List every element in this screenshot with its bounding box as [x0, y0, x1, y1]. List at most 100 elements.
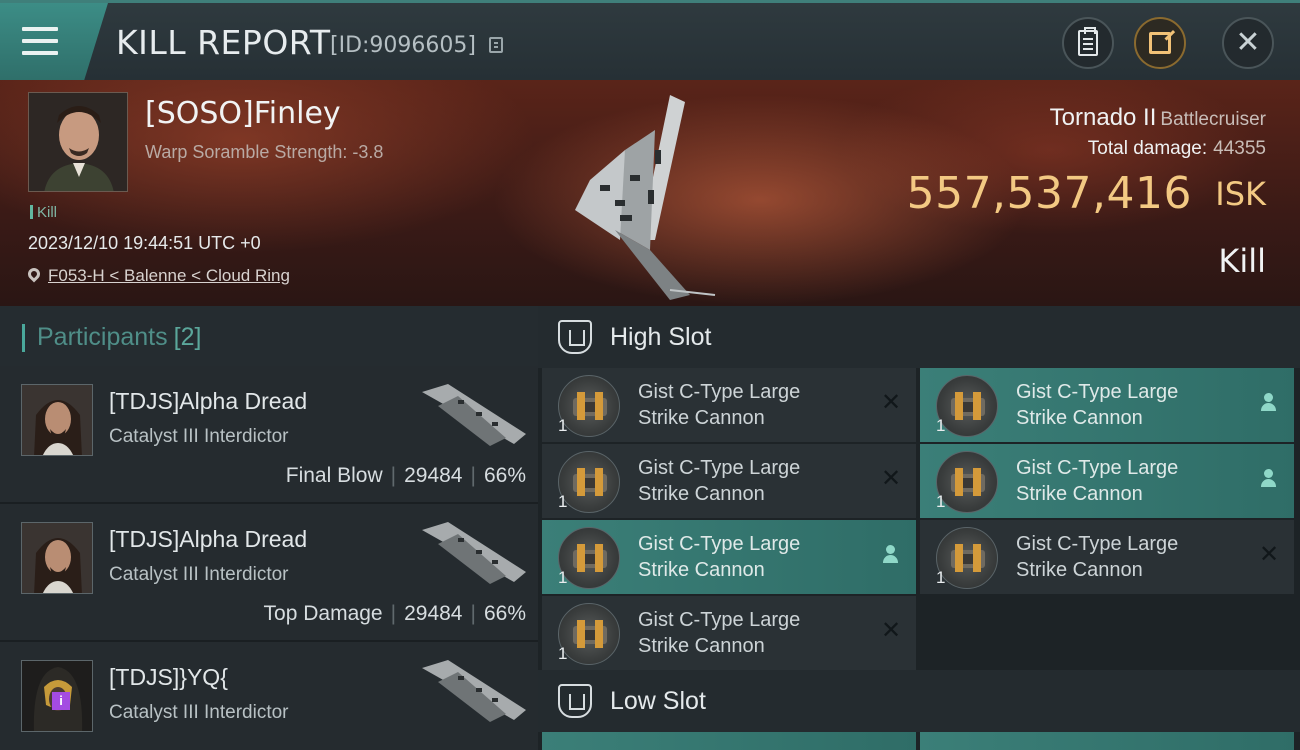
kill-result: Kill: [1218, 242, 1266, 280]
low-slot-label: Low Slot: [610, 687, 706, 715]
page-title: KILL REPORT: [116, 23, 331, 62]
participant-avatar[interactable]: [21, 522, 93, 594]
module-name-line1: Gist C-Type Large: [638, 457, 801, 479]
kill-location[interactable]: F053-H < Balenne < Cloud Ring: [25, 265, 290, 286]
participant-ship-image: [422, 384, 526, 446]
hamburger-menu-icon[interactable]: [22, 27, 58, 55]
high-slot-label: High Slot: [610, 323, 712, 351]
low-slot-header: Low Slot: [538, 670, 1300, 732]
participant-ship: Catalyst III Interdictor: [109, 564, 289, 585]
clipboard-button[interactable]: [1062, 17, 1114, 69]
module-quantity: 1: [558, 568, 568, 587]
low-slot-module[interactable]: [920, 732, 1294, 750]
victim-banner: [SOSO]Finley Warp Soramble Strength: -3.…: [0, 80, 1300, 306]
report-id: [ID:9096605]: [330, 33, 476, 58]
participants-panel: Participants [2] [TDJS]Alpha Dread Cataly…: [0, 306, 538, 750]
ship-name: Tornado II: [1049, 104, 1157, 131]
participant-row[interactable]: [TDJS]Alpha Dread Catalyst III Interdict…: [0, 504, 538, 642]
module-quantity: 1: [558, 492, 568, 511]
participant-role: Final Blow: [285, 464, 383, 487]
participants-header: Participants [2]: [0, 306, 538, 366]
module-quantity: 1: [558, 644, 568, 663]
module-card[interactable]: 1 Gist C-Type Large Strike Cannon ✕: [920, 520, 1294, 594]
module-quantity: 1: [936, 492, 946, 511]
high-slot-header: High Slot: [538, 306, 1300, 368]
participant-name[interactable]: [TDJS]Alpha Dread: [109, 388, 307, 415]
kill-tag: Kill: [30, 204, 57, 221]
participant-row[interactable]: i [TDJS]}YQ{ Catalyst III Interdictor: [0, 642, 538, 750]
dropped-person-icon: [880, 544, 902, 566]
module-name-line2: Strike Cannon: [638, 559, 765, 581]
close-icon: ✕: [1235, 26, 1261, 59]
participants-count: [2]: [173, 323, 202, 351]
victim-ship-image: [575, 95, 716, 300]
module-name: Gist C-Type Large Strike Cannon: [638, 455, 858, 507]
total-damage: Total damage: 44355: [1088, 138, 1266, 160]
module-quantity: 1: [936, 416, 946, 435]
header-bar: KILL REPORT [ID:9096605] ✕: [0, 0, 1300, 80]
share-button[interactable]: [1134, 17, 1186, 69]
module-name: Gist C-Type Large Strike Cannon: [638, 607, 858, 659]
info-badge: i: [52, 692, 70, 710]
module-name: Gist C-Type Large Strike Cannon: [638, 531, 858, 583]
module-name: Gist C-Type Large Strike Cannon: [638, 379, 858, 431]
module-name-line2: Strike Cannon: [638, 483, 765, 505]
victim-avatar[interactable]: [28, 92, 128, 192]
module-name: Gist C-Type Large Strike Cannon: [1016, 379, 1236, 431]
module-name-line2: Strike Cannon: [638, 407, 765, 429]
location-pin-icon: [25, 265, 43, 283]
module-name: Gist C-Type Large Strike Cannon: [1016, 531, 1236, 583]
participant-percent: 66%: [483, 464, 526, 487]
participant-stats: Top Damage | 29484 | 66%: [263, 602, 526, 625]
destroyed-x-icon: ✕: [880, 465, 902, 492]
menu-button[interactable]: [0, 3, 108, 80]
destroyed-x-icon: ✕: [1258, 541, 1280, 568]
participant-name[interactable]: [TDJS]}YQ{: [109, 664, 228, 691]
participant-row[interactable]: [TDJS]Alpha Dread Catalyst III Interdict…: [0, 366, 538, 504]
location-link[interactable]: F053-H < Balenne < Cloud Ring: [48, 266, 290, 285]
fitting-panel: High Slot 1 Gist C-Type Large Strike Canno…: [538, 306, 1300, 750]
module-name-line1: Gist C-Type Large: [1016, 533, 1179, 555]
victim-name[interactable]: [SOSO]Finley: [145, 96, 341, 131]
participant-ship-image: [422, 522, 526, 584]
participant-ship: Catalyst III Interdictor: [109, 702, 289, 723]
copy-icon[interactable]: [489, 37, 503, 53]
victim-ship-type: Tornado II Battlecruiser: [1050, 104, 1266, 132]
module-card[interactable]: 1 Gist C-Type Large Strike Cannon ✕: [542, 368, 916, 442]
module-card[interactable]: 1 Gist C-Type Large Strike Cannon: [920, 368, 1294, 442]
module-quantity: 1: [558, 416, 568, 435]
ship-class: Battlecruiser: [1160, 109, 1266, 130]
isk-value: 557,537,416: [906, 168, 1192, 219]
participant-stats: Final Blow | 29484 | 66%: [285, 464, 526, 487]
module-card[interactable]: 1 Gist C-Type Large Strike Cannon ✕: [542, 596, 916, 670]
low-slot-module[interactable]: [542, 732, 916, 750]
total-damage-value: 44355: [1213, 138, 1266, 159]
participant-damage: 29484: [404, 464, 463, 487]
module-card[interactable]: 1 Gist C-Type Large Strike Cannon: [542, 520, 916, 594]
module-name-line1: Gist C-Type Large: [638, 609, 801, 631]
participants-title: Participants [2]: [37, 323, 201, 352]
module-name-line1: Gist C-Type Large: [1016, 457, 1179, 479]
participant-ship: Catalyst III Interdictor: [109, 426, 289, 447]
module-card[interactable]: 1 Gist C-Type Large Strike Cannon ✕: [542, 444, 916, 518]
destroyed-x-icon: ✕: [880, 617, 902, 644]
module-name-line2: Strike Cannon: [1016, 559, 1143, 581]
isk-unit: ISK: [1215, 175, 1266, 213]
module-card[interactable]: 1 Gist C-Type Large Strike Cannon: [920, 444, 1294, 518]
participant-ship-image: [422, 660, 526, 722]
module-name-line2: Strike Cannon: [1016, 407, 1143, 429]
destroyed-x-icon: ✕: [880, 389, 902, 416]
close-button[interactable]: ✕: [1222, 17, 1274, 69]
low-slot-icon: [558, 684, 592, 718]
participant-percent: 66%: [483, 602, 526, 625]
participant-damage: 29484: [404, 602, 463, 625]
participant-avatar[interactable]: [21, 384, 93, 456]
participant-role: Top Damage: [263, 602, 383, 625]
total-damage-label: Total damage:: [1087, 138, 1208, 159]
module-name: Gist C-Type Large Strike Cannon: [1016, 455, 1236, 507]
module-name-line1: Gist C-Type Large: [1016, 381, 1179, 403]
module-name-line2: Strike Cannon: [1016, 483, 1143, 505]
warp-scramble-strength: Warp Soramble Strength: -3.8: [145, 142, 384, 162]
dropped-person-icon: [1258, 468, 1280, 490]
participant-name[interactable]: [TDJS]Alpha Dread: [109, 526, 307, 553]
